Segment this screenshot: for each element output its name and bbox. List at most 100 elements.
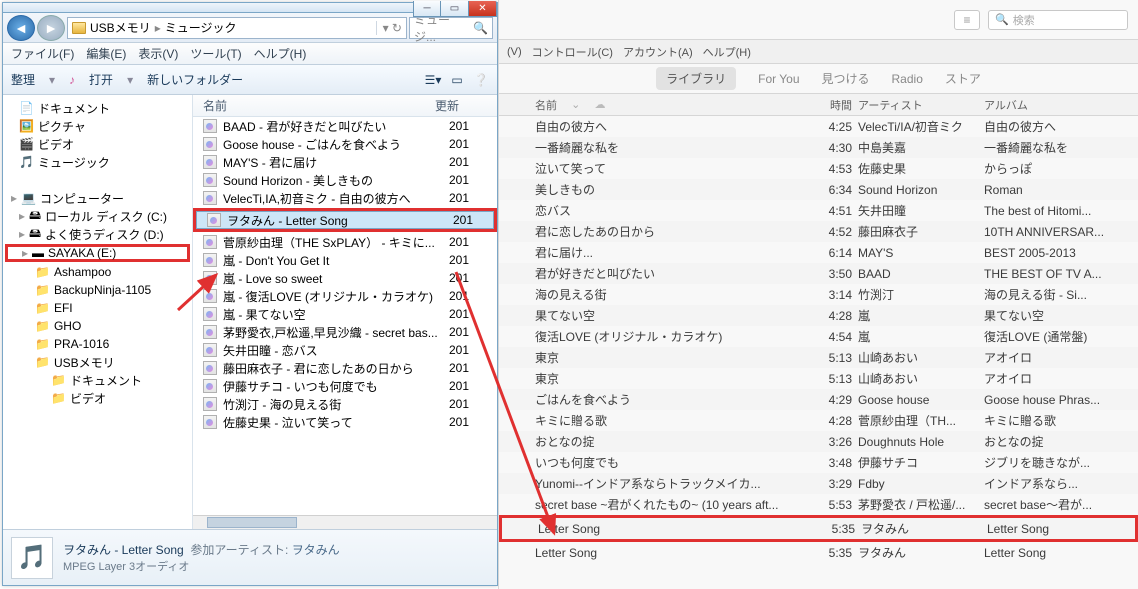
tree-item[interactable]: ▸🖴ローカル ディスク (C:) [5,207,190,225]
file-row[interactable]: 嵐 - Love so sweet201 [193,269,497,287]
menu-item[interactable]: コントロール(C) [532,44,613,60]
song-row[interactable]: 君に届け...6:14MAY'SBEST 2005-2013 [499,242,1138,263]
close-button[interactable]: ✕ [469,1,497,17]
expand-icon[interactable]: ▸ [22,246,28,260]
tab-ライブラリ[interactable]: ライブラリ [656,67,736,90]
tree-item[interactable]: 📄ドキュメント [5,99,190,117]
file-row[interactable]: VelecTi,IA,初音ミク - 自由の彼方へ201 [193,189,497,207]
file-row[interactable]: 嵐 - Don't You Get It201 [193,251,497,269]
maximize-button[interactable]: ▭ [441,1,469,17]
song-row[interactable]: 泣いて笑って4:53佐藤史果からっぽ [499,158,1138,179]
col-name[interactable]: 名前 [535,97,557,113]
file-row[interactable]: Goose house - ごはんを食べよう201 [193,135,497,153]
col-artist[interactable]: アーティスト [858,97,984,113]
file-row[interactable]: 菅原紗由理（THE SxPLAY） - キミに...201 [193,233,497,251]
file-row[interactable]: Sound Horizon - 美しきもの201 [193,171,497,189]
tab-for you[interactable]: For You [758,72,799,86]
song-row[interactable]: 君に恋したあの日から4:52藤田麻衣子10TH ANNIVERSAR... [499,221,1138,242]
song-row[interactable]: 一番綺麗な私を4:30中島美嘉一番綺麗な私を [499,137,1138,158]
organize-button[interactable]: 整理 [11,71,35,88]
song-row[interactable]: Letter Song5:35ヲタみんLetter Song [502,518,1135,539]
menu-item[interactable]: 編集(E) [86,45,126,62]
tree-item[interactable]: ▸💻コンピューター [5,189,190,207]
song-row[interactable]: 自由の彼方へ4:25VelecTi/IA/初音ミク自由の彼方へ [499,116,1138,137]
scrollbar-horizontal[interactable] [193,515,497,529]
tree-item[interactable]: 🖼️ピクチャ [5,117,190,135]
col-time[interactable]: 時間 [814,97,858,113]
file-row[interactable]: 藤田麻衣子 - 君に恋したあの日から201 [193,359,497,377]
tree-item[interactable]: ▸🖴よく使うディスク (D:) [5,225,190,243]
song-row[interactable]: 東京5:13山崎あおいアオイロ [499,368,1138,389]
menu-item[interactable]: アカウント(A) [623,44,693,60]
menu-item[interactable]: ヘルプ(H) [703,44,751,60]
song-row[interactable]: 果てない空4:28嵐果てない空 [499,305,1138,326]
tree-item[interactable]: 📁PRA-1016 [5,335,190,353]
expand-icon[interactable]: ▸ [19,209,25,223]
help-icon[interactable]: ❔ [473,72,489,88]
menu-item[interactable]: ファイル(F) [11,45,74,62]
song-row[interactable]: キミに贈る歌4:28菅原紗由理（TH...キミに贈る歌 [499,410,1138,431]
song-row[interactable]: 復活LOVE (オリジナル・カラオケ)4:54嵐復活LOVE (通常盤) [499,326,1138,347]
tree-item[interactable]: 📁EFI [5,299,190,317]
new-folder-button[interactable]: 新しいフォルダー [147,71,243,88]
file-row[interactable]: 伊藤サチコ - いつも何度でも201 [193,377,497,395]
tab-ストア[interactable]: ストア [945,70,981,87]
file-row[interactable]: 矢井田瞳 - 恋バス201 [193,341,497,359]
song-row[interactable]: 美しきもの6:34Sound HorizonRoman [499,179,1138,200]
col-date[interactable]: 更新 [435,97,459,114]
crumb-seg[interactable]: ミュージック [165,19,237,36]
file-row[interactable]: 茅野愛衣,戸松遥,早見沙織 - secret bas...201 [193,323,497,341]
song-row[interactable]: 君が好きだと叫びたい3:50BAADTHE BEST OF TV A... [499,263,1138,284]
song-row[interactable]: いつも何度でも3:48伊藤サチコジブリを聴きなが... [499,452,1138,473]
tree-item[interactable] [5,171,190,189]
breadcrumb[interactable]: USBメモリ ▸ ミュージック ▾ ↻ [67,17,407,39]
tab-radio[interactable]: Radio [892,72,923,86]
file-list-header[interactable]: 名前 更新 [193,95,497,117]
list-mode-button[interactable]: ≡ [954,10,980,30]
file-row[interactable]: MAY'S - 君に届け201 [193,153,497,171]
tree-item[interactable]: 📁ドキュメント [5,371,190,389]
view-options-button[interactable]: ☰▾ [425,72,441,88]
tree-item[interactable]: ▸▬SAYAKA (E:) [5,244,190,262]
menu-item[interactable]: (V) [507,46,522,58]
song-row[interactable]: 東京5:13山崎あおいアオイロ [499,347,1138,368]
tree-item[interactable]: 🎵ミュージック [5,153,190,171]
song-row[interactable]: おとなの掟3:26Doughnuts Holeおとなの掟 [499,431,1138,452]
file-row[interactable]: ヲタみん - Letter Song201 [196,211,494,229]
tree-item[interactable]: 🎬ビデオ [5,135,190,153]
song-row[interactable]: secret base ~君がくれたもの~ (10 years aft...5:… [499,494,1138,515]
file-row[interactable]: 嵐 - 復活LOVE (オリジナル・カラオケ)201 [193,287,497,305]
col-album[interactable]: アルバム [984,97,1138,113]
tree-item[interactable]: 📁BackupNinja-1105 [5,281,190,299]
tree-item[interactable]: 📁Ashampoo [5,263,190,281]
preview-pane-button[interactable]: ▭ [449,72,465,88]
expand-icon[interactable]: ▸ [11,191,17,205]
itunes-search-input[interactable]: 🔍検索 [988,10,1128,30]
col-name[interactable]: 名前 [203,97,435,114]
song-row[interactable]: Yunomi--インドア系ならトラックメイカ...3:29Fdbyインドア系なら… [499,473,1138,494]
menu-item[interactable]: ヘルプ(H) [254,45,307,62]
menu-item[interactable]: 表示(V) [138,45,178,62]
file-row[interactable]: 竹渕汀 - 海の見える街201 [193,395,497,413]
menu-item[interactable]: ツール(T) [190,45,241,62]
expand-icon[interactable]: ▸ [19,227,25,241]
search-input[interactable]: ミュージ... 🔍 [409,17,493,39]
song-row[interactable]: Letter Song5:35ヲタみんLetter Song [499,542,1138,563]
song-row[interactable]: 海の見える街3:14竹渕汀海の見える街 - Si... [499,284,1138,305]
file-row[interactable]: BAAD - 君が好きだと叫びたい201 [193,117,497,135]
refresh-dropdown[interactable]: ▾ ↻ [376,21,402,35]
file-row[interactable]: 佐藤史果 - 泣いて笑って201 [193,413,497,431]
scroll-thumb[interactable] [207,517,297,528]
tab-見つける[interactable]: 見つける [822,70,870,87]
tree-item[interactable]: 📁ビデオ [5,389,190,407]
back-button[interactable]: ◄ [7,15,35,41]
song-row[interactable]: 恋バス4:51矢井田瞳The best of Hitomi... [499,200,1138,221]
minimize-button[interactable]: ─ [413,1,441,17]
tree-item[interactable]: 📁GHO [5,317,190,335]
song-list-header[interactable]: 名前 ⌄ ☁ 時間 アーティスト アルバム [499,94,1138,116]
forward-button[interactable]: ► [37,15,65,41]
song-row[interactable]: ごはんを食べよう4:29Goose houseGoose house Phras… [499,389,1138,410]
file-row[interactable]: 嵐 - 果てない空201 [193,305,497,323]
open-button[interactable]: 打开 [89,71,113,88]
crumb-seg[interactable]: USBメモリ [90,19,151,36]
